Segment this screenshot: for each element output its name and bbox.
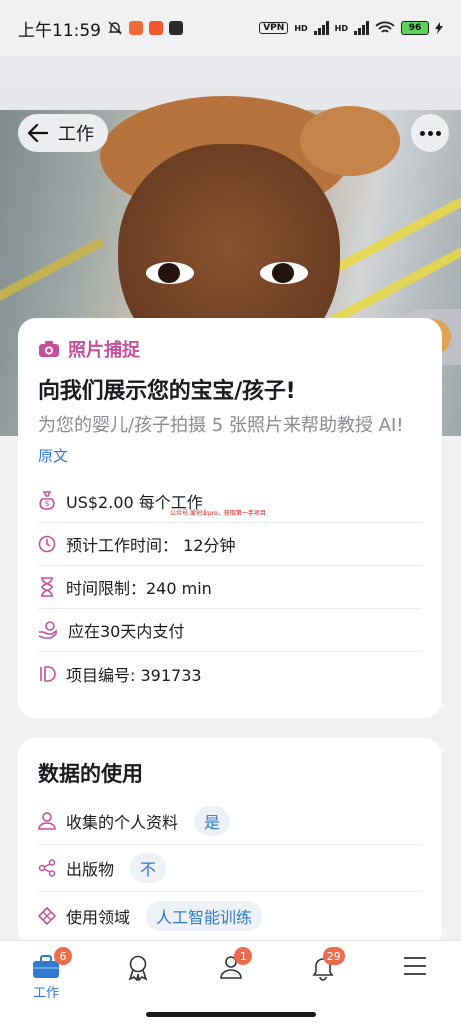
status-time: 上午11:59 [18, 20, 101, 41]
screen: 上午11:59 VPN HD HD 96 工作 照片捕捉 向我们展示您的宝宝/孩… [0, 0, 461, 1024]
personal-data-chip: 是 [194, 806, 231, 836]
usage-row-publication: 出版物 不 [38, 845, 422, 892]
nav-work-label: 工作 [33, 986, 60, 1001]
signal-icon [313, 21, 329, 35]
profile-badge: 1 [234, 947, 253, 965]
arrow-left-icon [28, 124, 48, 142]
camera-icon [39, 341, 59, 357]
wifi-icon [375, 21, 395, 33]
info-row-payment: 应在30天内支付 [38, 609, 422, 652]
home-indicator [146, 1012, 316, 1017]
hd-label: HD [294, 23, 308, 33]
signal-icon [354, 21, 369, 35]
vpn-icon: VPN [259, 22, 289, 34]
info-row-duration: 预计工作时间： 12分钟 [38, 523, 422, 566]
info-row-limit: 时间限制：240 min [38, 566, 422, 609]
app-notification-icon [149, 21, 163, 35]
diamond-grid-icon [38, 906, 56, 925]
info-row-project: 项目编号: 391733 [38, 652, 422, 695]
nav-work[interactable]: 工作 6 [0, 941, 92, 1024]
mute-bell-icon [108, 21, 122, 35]
person-icon [38, 812, 56, 830]
app-notification-icon [129, 21, 143, 35]
award-icon [128, 955, 148, 981]
task-category: 照片捕捉 [38, 336, 422, 362]
notifications-badge: 29 [322, 947, 345, 965]
id-icon [40, 665, 56, 682]
battery-icon: 96 [401, 21, 429, 35]
hourglass-icon [41, 577, 53, 597]
publication-chip: 不 [130, 853, 167, 883]
watermark-text: 公众号:爱创业pro，获取第一手项目 [170, 510, 266, 517]
charging-icon [435, 22, 443, 34]
nav-menu[interactable] [369, 941, 461, 1024]
app-notification-icon [169, 21, 183, 35]
task-card: 照片捕捉 向我们展示您的宝宝/孩子! 为您的婴儿/孩子拍摄 5 张照片来帮助教授… [18, 318, 442, 718]
data-usage-title: 数据的使用 [38, 762, 143, 786]
share-icon [38, 859, 56, 877]
task-title: 向我们展示您的宝宝/孩子! [38, 379, 296, 404]
money-bag-icon: $ [39, 491, 55, 510]
category-label: 照片捕捉 [68, 340, 140, 361]
back-label: 工作 [58, 124, 94, 145]
more-dots-icon [419, 130, 425, 136]
hd-label: HD [334, 23, 348, 33]
svg-text:$: $ [45, 499, 50, 508]
usage-field-chip: 人工智能训练 [146, 900, 263, 931]
usage-row-field: 使用领域 人工智能训练 [38, 892, 422, 939]
work-badge: 6 [54, 947, 72, 965]
data-usage-card: 数据的使用 收集的个人资料 是 出版物 不 使用领域 人工智能训练 [18, 738, 442, 948]
hand-coin-icon [38, 621, 57, 639]
usage-row-personal: 收集的个人资料 是 [38, 798, 422, 845]
hamburger-menu-icon [403, 957, 426, 975]
status-bar: 上午11:59 VPN HD HD 96 [0, 0, 461, 56]
task-subtitle: 为您的婴儿/孩子拍摄 5 张照片来帮助教授 AI! [38, 415, 404, 436]
more-options-button[interactable] [411, 114, 449, 152]
original-text-link[interactable]: 原文 [38, 445, 422, 466]
back-button[interactable]: 工作 [18, 114, 108, 152]
clock-icon [38, 535, 56, 553]
